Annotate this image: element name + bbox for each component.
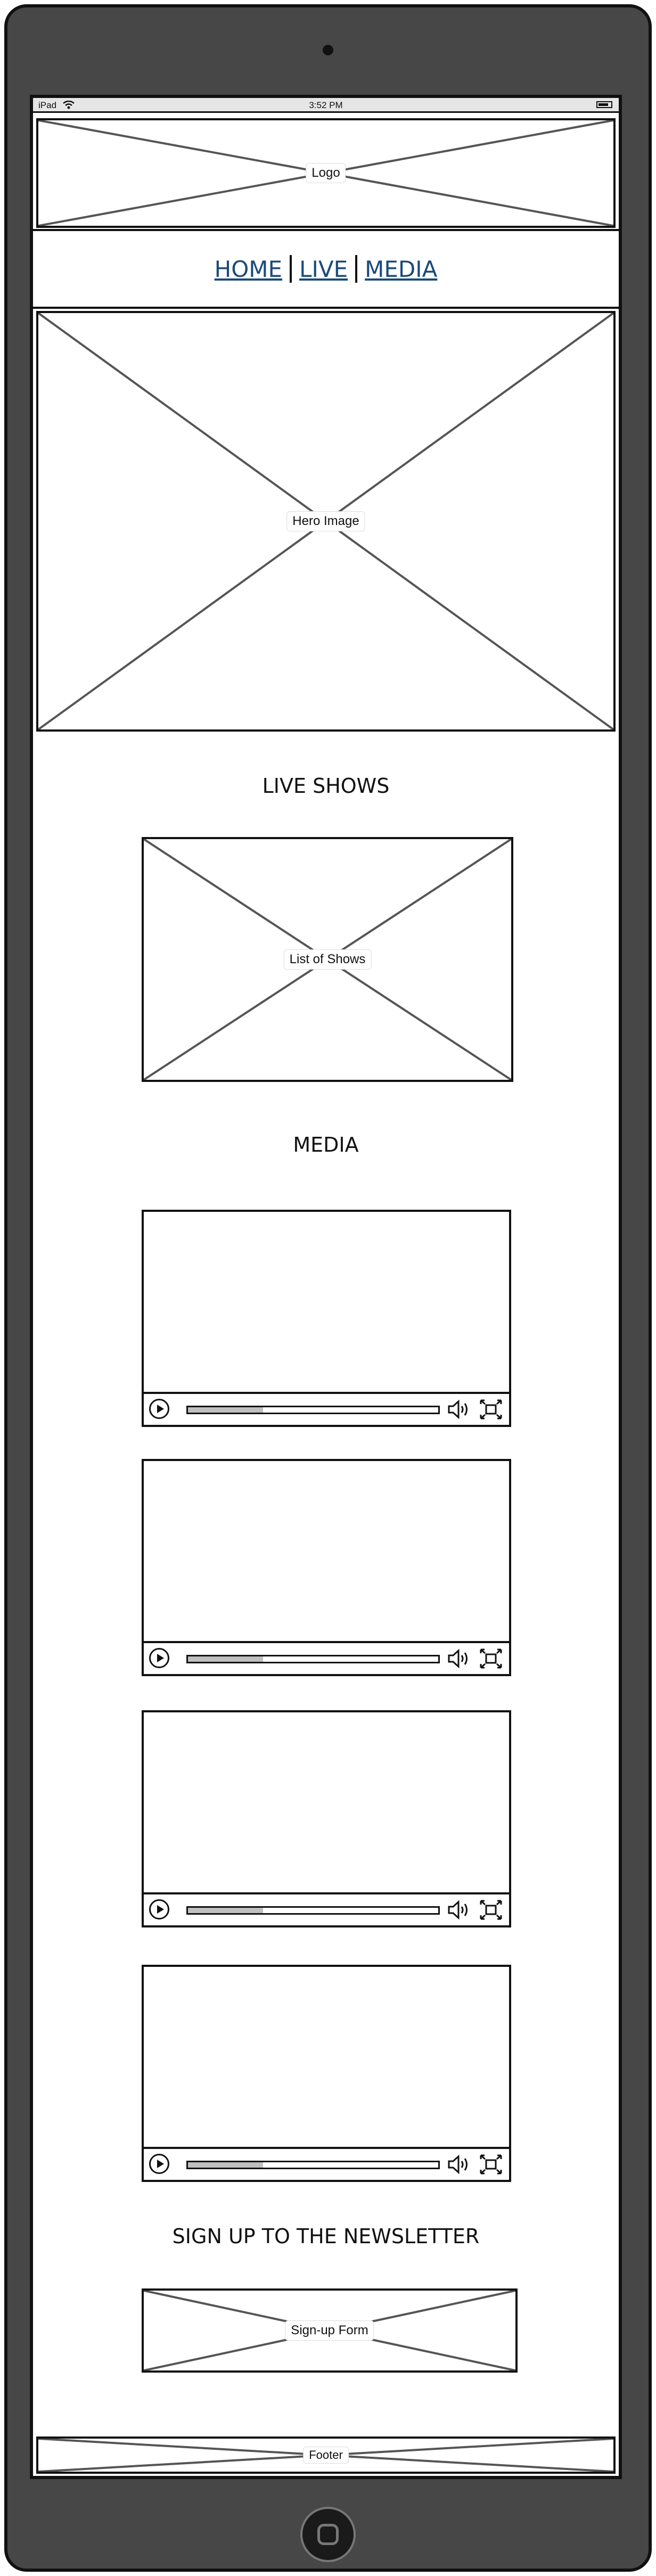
live-shows-heading: LIVE SHOWS xyxy=(262,774,390,798)
nav-link-live[interactable]: LIVE xyxy=(299,256,348,282)
fullscreen-icon[interactable] xyxy=(479,1899,503,1921)
footer-label: Footer xyxy=(303,2447,349,2464)
video-player[interactable] xyxy=(142,1965,511,2182)
camera-icon xyxy=(323,45,333,55)
progress-bar[interactable] xyxy=(186,2161,440,2169)
nav-link-home[interactable]: HOME xyxy=(215,256,282,282)
nav-divider xyxy=(355,255,358,283)
newsletter-heading: SIGN UP TO THE NEWSLETTER xyxy=(172,2225,480,2248)
footer-placeholder: Footer xyxy=(36,2436,616,2474)
video-controls xyxy=(144,2147,509,2180)
hero-image-label: Hero Image xyxy=(286,511,365,531)
fullscreen-icon[interactable] xyxy=(479,1648,503,1669)
video-player[interactable] xyxy=(142,1710,511,1927)
fullscreen-icon[interactable] xyxy=(479,2154,503,2175)
video-controls xyxy=(144,1392,509,1425)
volume-icon[interactable] xyxy=(447,1399,471,1420)
video-player[interactable] xyxy=(142,1210,511,1427)
list-of-shows-placeholder: List of Shows xyxy=(142,837,513,1082)
status-bar: iPad 3:52 PM xyxy=(33,98,619,113)
progress-fill xyxy=(188,1908,263,1913)
volume-icon[interactable] xyxy=(447,1899,471,1921)
play-icon[interactable] xyxy=(149,1399,169,1419)
play-icon[interactable] xyxy=(149,1899,169,1919)
status-time: 3:52 PM xyxy=(309,100,343,110)
home-button-glyph xyxy=(317,2524,339,2545)
fullscreen-icon[interactable] xyxy=(479,1399,503,1420)
hero-image-placeholder: Hero Image xyxy=(36,311,616,732)
progress-bar[interactable] xyxy=(186,1655,440,1663)
progress-bar[interactable] xyxy=(186,1406,440,1414)
media-heading: MEDIA xyxy=(293,1133,359,1156)
battery-icon xyxy=(596,101,612,108)
logo-placeholder: Logo xyxy=(36,118,616,228)
play-icon[interactable] xyxy=(149,2154,169,2174)
video-controls xyxy=(144,1641,509,1674)
video-player[interactable] xyxy=(142,1459,511,1676)
nav-divider xyxy=(290,255,292,283)
volume-icon[interactable] xyxy=(447,2154,471,2175)
progress-bar[interactable] xyxy=(186,1906,440,1915)
progress-fill xyxy=(188,1407,263,1413)
home-button-icon[interactable] xyxy=(300,2507,356,2562)
progress-fill xyxy=(188,1656,263,1662)
logo-label: Logo xyxy=(306,163,346,183)
main-nav: HOME LIVE MEDIA xyxy=(33,229,619,309)
play-icon[interactable] xyxy=(149,1648,169,1668)
volume-icon[interactable] xyxy=(447,1648,471,1669)
video-controls xyxy=(144,1892,509,1925)
progress-fill xyxy=(188,2162,263,2168)
signup-form-label: Sign-up Form xyxy=(285,2320,374,2341)
list-of-shows-label: List of Shows xyxy=(283,949,372,970)
signup-form-placeholder[interactable]: Sign-up Form xyxy=(142,2288,518,2373)
nav-link-media[interactable]: MEDIA xyxy=(365,256,437,282)
